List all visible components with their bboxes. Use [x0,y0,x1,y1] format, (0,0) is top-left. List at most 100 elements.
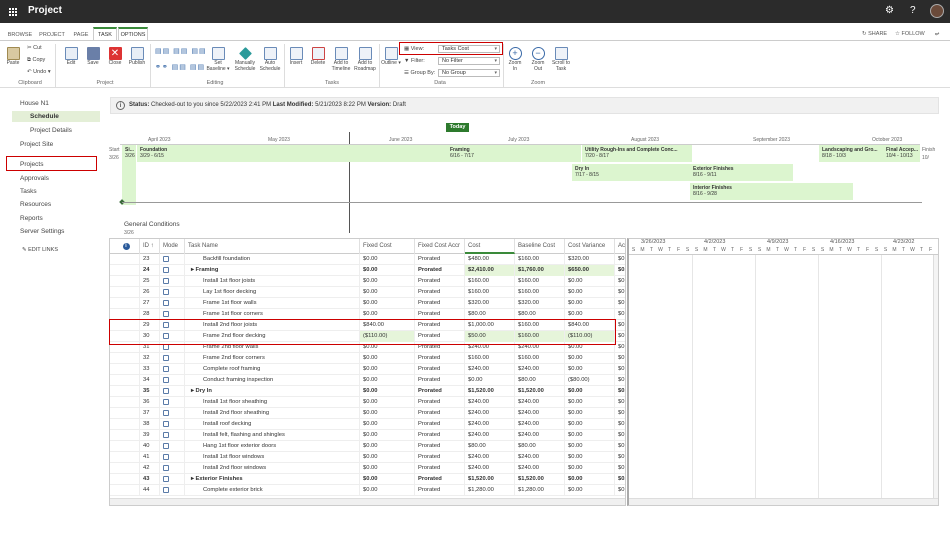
insert-button[interactable]: Insert [287,47,305,67]
table-cell[interactable]: 41 [140,452,160,463]
table-cell[interactable]: Install felt, flashing and shingles [185,430,360,441]
paste-button[interactable]: Paste [4,47,22,67]
app-title[interactable]: Project [28,5,62,16]
column-header[interactable]: Task Name [185,239,360,254]
table-cell[interactable]: Prorated [415,353,465,364]
task-mode-cell[interactable] [160,441,185,452]
table-cell[interactable]: Prorated [415,265,465,276]
table-cell[interactable]: $0.00 [360,408,415,419]
focus-icon[interactable]: ⥂ [935,31,939,38]
column-header[interactable]: Cost Variance [565,239,615,254]
table-cell[interactable]: $0.00 [360,463,415,474]
task-mode-cell[interactable] [160,287,185,298]
table-cell[interactable]: $0. [615,254,625,265]
table-cell[interactable]: Hang 1st floor exterior doors [185,441,360,452]
table-cell[interactable]: 24 [140,265,160,276]
zoom-out-button[interactable]: − Zoom Out [528,47,548,72]
row-indicator-cell[interactable] [110,408,140,419]
table-cell[interactable]: $0. [615,441,625,452]
table-cell[interactable]: $0.00 [565,397,615,408]
table-cell[interactable]: 34 [140,375,160,386]
table-cell[interactable]: $240.00 [465,463,515,474]
table-cell[interactable]: Lay 1st floor decking [185,287,360,298]
column-header[interactable]: Mode [160,239,185,254]
follow-button[interactable]: ☆ FOLLOW [895,31,925,37]
table-cell[interactable]: $0. [615,408,625,419]
gantt-vertical-scrollbar[interactable] [933,255,938,498]
share-button[interactable]: ↻ SHARE [862,31,887,37]
table-cell[interactable]: $650.00 [565,265,615,276]
table-row[interactable]: 38 Install roof decking $0.00 Prorated $240.… [110,419,625,430]
table-cell[interactable]: $160.00 [515,353,565,364]
task-mode-cell[interactable] [160,419,185,430]
table-cell[interactable]: $240.00 [515,364,565,375]
row-indicator-cell[interactable] [110,298,140,309]
row-indicator-cell[interactable] [110,287,140,298]
table-cell[interactable]: Install 2nd floor windows [185,463,360,474]
tab-task[interactable]: TASK [93,27,117,40]
table-cell[interactable]: $240.00 [465,419,515,430]
table-cell[interactable]: $0. [615,397,625,408]
table-cell[interactable]: 23 [140,254,160,265]
table-row[interactable]: 41 Install 1st floor windows $0.00 Prorated… [110,452,625,463]
table-cell[interactable]: $0. [615,474,625,485]
table-cell[interactable]: Prorated [415,375,465,386]
table-cell[interactable]: $80.00 [515,441,565,452]
add-to-roadmap-button[interactable]: Add to Roadmap [353,47,377,72]
table-cell[interactable]: Complete roof framing [185,364,360,375]
task-mode-cell[interactable] [160,298,185,309]
table-cell[interactable]: $0.00 [360,375,415,386]
table-cell[interactable]: ▸ Framing [185,265,360,276]
timeline[interactable]: Today April 2023 May 2023 June 2023 July… [108,122,938,236]
table-cell[interactable]: $160.00 [515,287,565,298]
table-cell[interactable]: $240.00 [465,408,515,419]
table-cell[interactable]: $0.00 [565,298,615,309]
row-indicator-cell[interactable] [110,397,140,408]
table-cell[interactable]: $0.00 [565,463,615,474]
row-indicator-cell[interactable] [110,463,140,474]
table-row[interactable]: 33 Complete roof framing $0.00 Prorated $240… [110,364,625,375]
table-cell[interactable]: $1,520.00 [515,474,565,485]
table-cell[interactable]: Frame 1st floor walls [185,298,360,309]
cut-button[interactable]: ✂ Cut [27,45,42,51]
table-cell[interactable]: Prorated [415,397,465,408]
save-button[interactable]: Save [84,47,102,67]
table-cell[interactable]: $1,520.00 [465,386,515,397]
table-cell[interactable]: Prorated [415,474,465,485]
filter-select[interactable]: No Filter [438,57,500,65]
task-mode-cell[interactable] [160,430,185,441]
task-mode-cell[interactable] [160,397,185,408]
zoom-in-button[interactable]: + Zoom In [506,47,524,72]
task-mode-cell[interactable] [160,386,185,397]
table-cell[interactable]: $0.00 [565,386,615,397]
table-cell[interactable]: Complete exterior brick [185,485,360,496]
table-cell[interactable]: Install 1st floor windows [185,452,360,463]
table-cell[interactable]: 35 [140,386,160,397]
row-indicator-cell[interactable] [110,364,140,375]
table-cell[interactable]: $160.00 [515,276,565,287]
table-cell[interactable]: $0.00 [565,441,615,452]
table-cell[interactable]: $240.00 [465,397,515,408]
nav-tasks[interactable]: Tasks [20,188,37,195]
manually-schedule-button[interactable]: Manually Schedule [233,47,257,72]
table-cell[interactable]: 33 [140,364,160,375]
table-cell[interactable]: 27 [140,298,160,309]
table-cell[interactable]: $0. [615,331,625,342]
table-cell[interactable]: Install 2nd floor sheathing [185,408,360,419]
indent-outdent-icons[interactable]: ▤▤ ▤▤ ▤▤ [155,47,207,55]
grid-horizontal-scrollbar[interactable] [110,498,625,505]
table-row[interactable]: 37 Install 2nd floor sheathing $0.00 Prorat… [110,408,625,419]
table-cell[interactable]: $0. [615,430,625,441]
table-cell[interactable]: $0.00 [565,430,615,441]
table-cell[interactable]: $1,520.00 [515,386,565,397]
table-cell[interactable]: $1,280.00 [515,485,565,496]
table-cell[interactable]: $0.00 [565,408,615,419]
table-row[interactable]: 43 ▸ Exterior Finishes $0.00 Prorated $1,520… [110,474,625,485]
table-cell[interactable]: Frame 2nd floor corners [185,353,360,364]
gear-icon[interactable]: ⚙ [885,5,894,16]
table-cell[interactable]: 32 [140,353,160,364]
table-cell[interactable]: $1,760.00 [515,265,565,276]
nav-project-details[interactable]: Project Details [30,127,72,134]
table-cell[interactable]: $1,520.00 [465,474,515,485]
table-cell[interactable]: Backfill foundation [185,254,360,265]
